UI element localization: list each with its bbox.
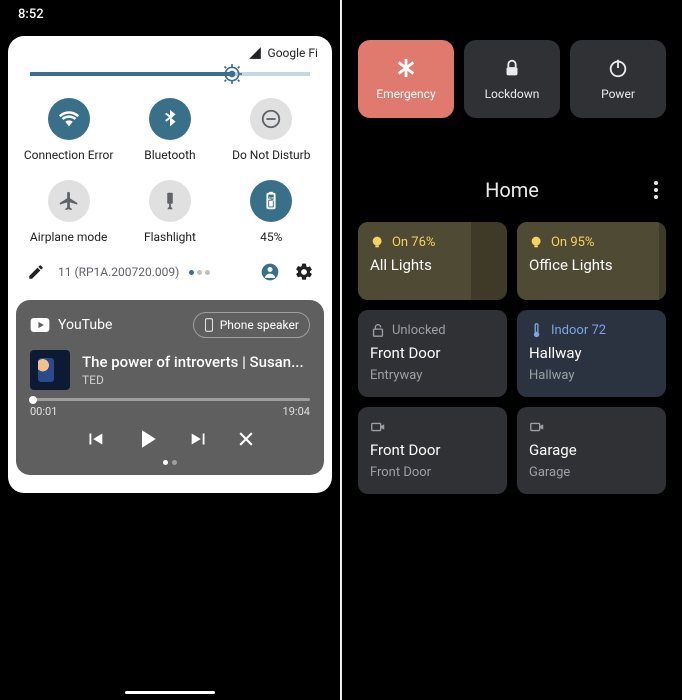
brightness-icon[interactable] xyxy=(222,64,242,84)
flash-icon xyxy=(149,180,191,222)
qs-tile-flash[interactable]: Flashlight xyxy=(119,180,220,244)
tile-label: Connection Error xyxy=(24,148,114,162)
edit-icon[interactable] xyxy=(24,260,48,284)
media-thumbnail xyxy=(30,350,70,390)
dnd-icon xyxy=(250,98,292,140)
plane-icon xyxy=(48,180,90,222)
seekbar-knob[interactable] xyxy=(29,396,37,404)
device-status xyxy=(370,419,495,435)
page-dot xyxy=(205,270,210,275)
device-zone: Hallway xyxy=(529,368,654,383)
device-card-lock[interactable]: Unlocked Front Door Entryway xyxy=(358,310,507,397)
pager-dot xyxy=(172,460,177,465)
power-power-button[interactable]: Power xyxy=(570,40,666,118)
device-card-therm[interactable]: Indoor 72 Hallway Hallway xyxy=(517,310,666,397)
home-indicator xyxy=(125,691,215,694)
media-pager xyxy=(30,460,310,465)
total-time: 19:04 xyxy=(283,405,310,418)
status-bar: 8:52 xyxy=(0,0,340,28)
elapsed-time: 00:01 xyxy=(30,405,57,418)
brightness-slider[interactable] xyxy=(8,66,332,86)
device-card-light[interactable]: On 76% All Lights xyxy=(358,222,507,300)
power-label: Power xyxy=(601,87,635,101)
device-grid: On 76% All Lights On 95% Office Lights U… xyxy=(358,222,666,494)
device-status: On 76% xyxy=(370,234,495,250)
tile-label: Airplane mode xyxy=(30,230,107,244)
signal-icon xyxy=(248,46,262,60)
qs-tile-plane[interactable]: Airplane mode xyxy=(18,180,119,244)
device-zone: Entryway xyxy=(370,368,495,383)
device-zone: Garage xyxy=(529,465,654,480)
power-asterisk-button[interactable]: Emergency xyxy=(358,40,454,118)
page-dot xyxy=(189,270,194,275)
media-seekbar[interactable] xyxy=(30,398,310,401)
svg-text:45: 45 xyxy=(268,197,274,203)
device-status xyxy=(529,419,654,435)
media-subtitle: TED xyxy=(82,373,310,387)
device-name: Front Door xyxy=(370,441,495,459)
device-status: On 95% xyxy=(529,234,654,250)
device-card-cam[interactable]: Garage Garage xyxy=(517,407,666,494)
carrier-row: Google Fi xyxy=(8,46,332,66)
power-lock-button[interactable]: Lockdown xyxy=(464,40,560,118)
device-name: Office Lights xyxy=(529,256,654,274)
clock: 8:52 xyxy=(18,7,44,22)
tile-label: 45% xyxy=(260,230,282,244)
device-name: Front Door xyxy=(370,344,495,362)
qs-tile-batt[interactable]: 45 45% xyxy=(221,180,322,244)
output-label: Phone speaker xyxy=(220,318,299,332)
tile-label: Do Not Disturb xyxy=(232,148,310,162)
device-status: Unlocked xyxy=(370,322,495,338)
device-name: Hallway xyxy=(529,344,654,362)
qs-tile-dnd[interactable]: Do Not Disturb xyxy=(221,98,322,162)
power-menu: Emergency Lockdown Power xyxy=(358,40,666,118)
media-app-label: YouTube xyxy=(58,317,112,333)
tile-label: Bluetooth xyxy=(144,148,195,162)
page-dot xyxy=(197,270,202,275)
phone-icon xyxy=(204,318,214,332)
tile-label: Flashlight xyxy=(144,230,196,244)
media-title: The power of introverts | Susan... xyxy=(82,353,310,371)
pager-dot xyxy=(163,460,168,465)
user-icon[interactable] xyxy=(258,260,282,284)
close-button[interactable] xyxy=(236,429,256,449)
page-dots xyxy=(189,270,210,275)
carrier-label: Google Fi xyxy=(268,46,318,60)
device-card-cam[interactable]: Front Door Front Door xyxy=(358,407,507,494)
bt-icon xyxy=(149,98,191,140)
wallpaper-hint xyxy=(0,610,340,700)
footer-row: 11 (RP1A.200720.009) xyxy=(8,250,332,290)
batt-icon: 45 xyxy=(250,180,292,222)
qs-tile-bt[interactable]: Bluetooth xyxy=(119,98,220,162)
quick-tiles: Connection Error Bluetooth Do Not Distur… xyxy=(8,86,332,250)
power-label: Lockdown xyxy=(485,87,540,101)
device-zone: Front Door xyxy=(370,465,495,480)
output-chip[interactable]: Phone speaker xyxy=(193,312,310,338)
more-icon[interactable] xyxy=(638,181,658,199)
home-title: Home xyxy=(386,178,638,202)
youtube-icon xyxy=(30,318,50,332)
quick-settings-panel: Google Fi Connection Error Bluetooth xyxy=(8,36,332,493)
wifi-icon xyxy=(48,98,90,140)
device-name: All Lights xyxy=(370,256,495,274)
device-name: Garage xyxy=(529,441,654,459)
device-status: Indoor 72 xyxy=(529,322,654,338)
power-label: Emergency xyxy=(376,87,435,101)
qs-tile-wifi[interactable]: Connection Error xyxy=(18,98,119,162)
build-label: 11 (RP1A.200720.009) xyxy=(58,265,179,279)
play-button[interactable] xyxy=(132,424,162,454)
left-phone: 8:52 Google Fi Connection Error Blueto xyxy=(0,0,340,700)
slider-fill xyxy=(30,72,232,76)
right-phone: Emergency Lockdown Power Home On 76% All… xyxy=(342,0,682,700)
device-card-light[interactable]: On 95% Office Lights xyxy=(517,222,666,300)
prev-button[interactable] xyxy=(84,428,106,450)
media-app: YouTube xyxy=(30,317,112,333)
next-button[interactable] xyxy=(188,428,210,450)
slider-track xyxy=(30,72,310,76)
media-player: YouTube Phone speaker The power of intro… xyxy=(16,300,324,475)
gear-icon[interactable] xyxy=(292,260,316,284)
